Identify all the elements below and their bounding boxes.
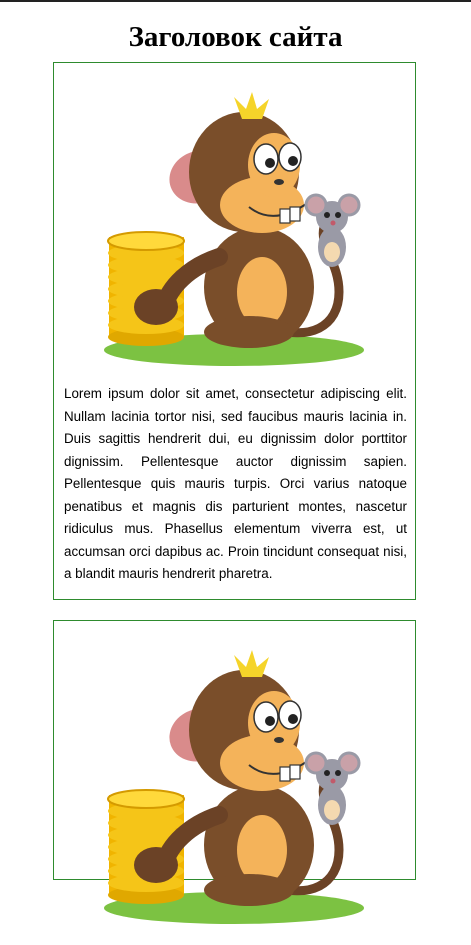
- content-card: Lorem ipsum dolor sit amet, consectetur …: [53, 62, 416, 600]
- content-card: [53, 620, 416, 924]
- card-text: Lorem ipsum dolor sit amet, consectetur …: [64, 386, 407, 581]
- monkey-illustration: [104, 650, 364, 924]
- site-title: Заголовок сайта: [128, 21, 343, 53]
- top-border: [0, 0, 471, 2]
- monkey-illustration: [104, 92, 364, 366]
